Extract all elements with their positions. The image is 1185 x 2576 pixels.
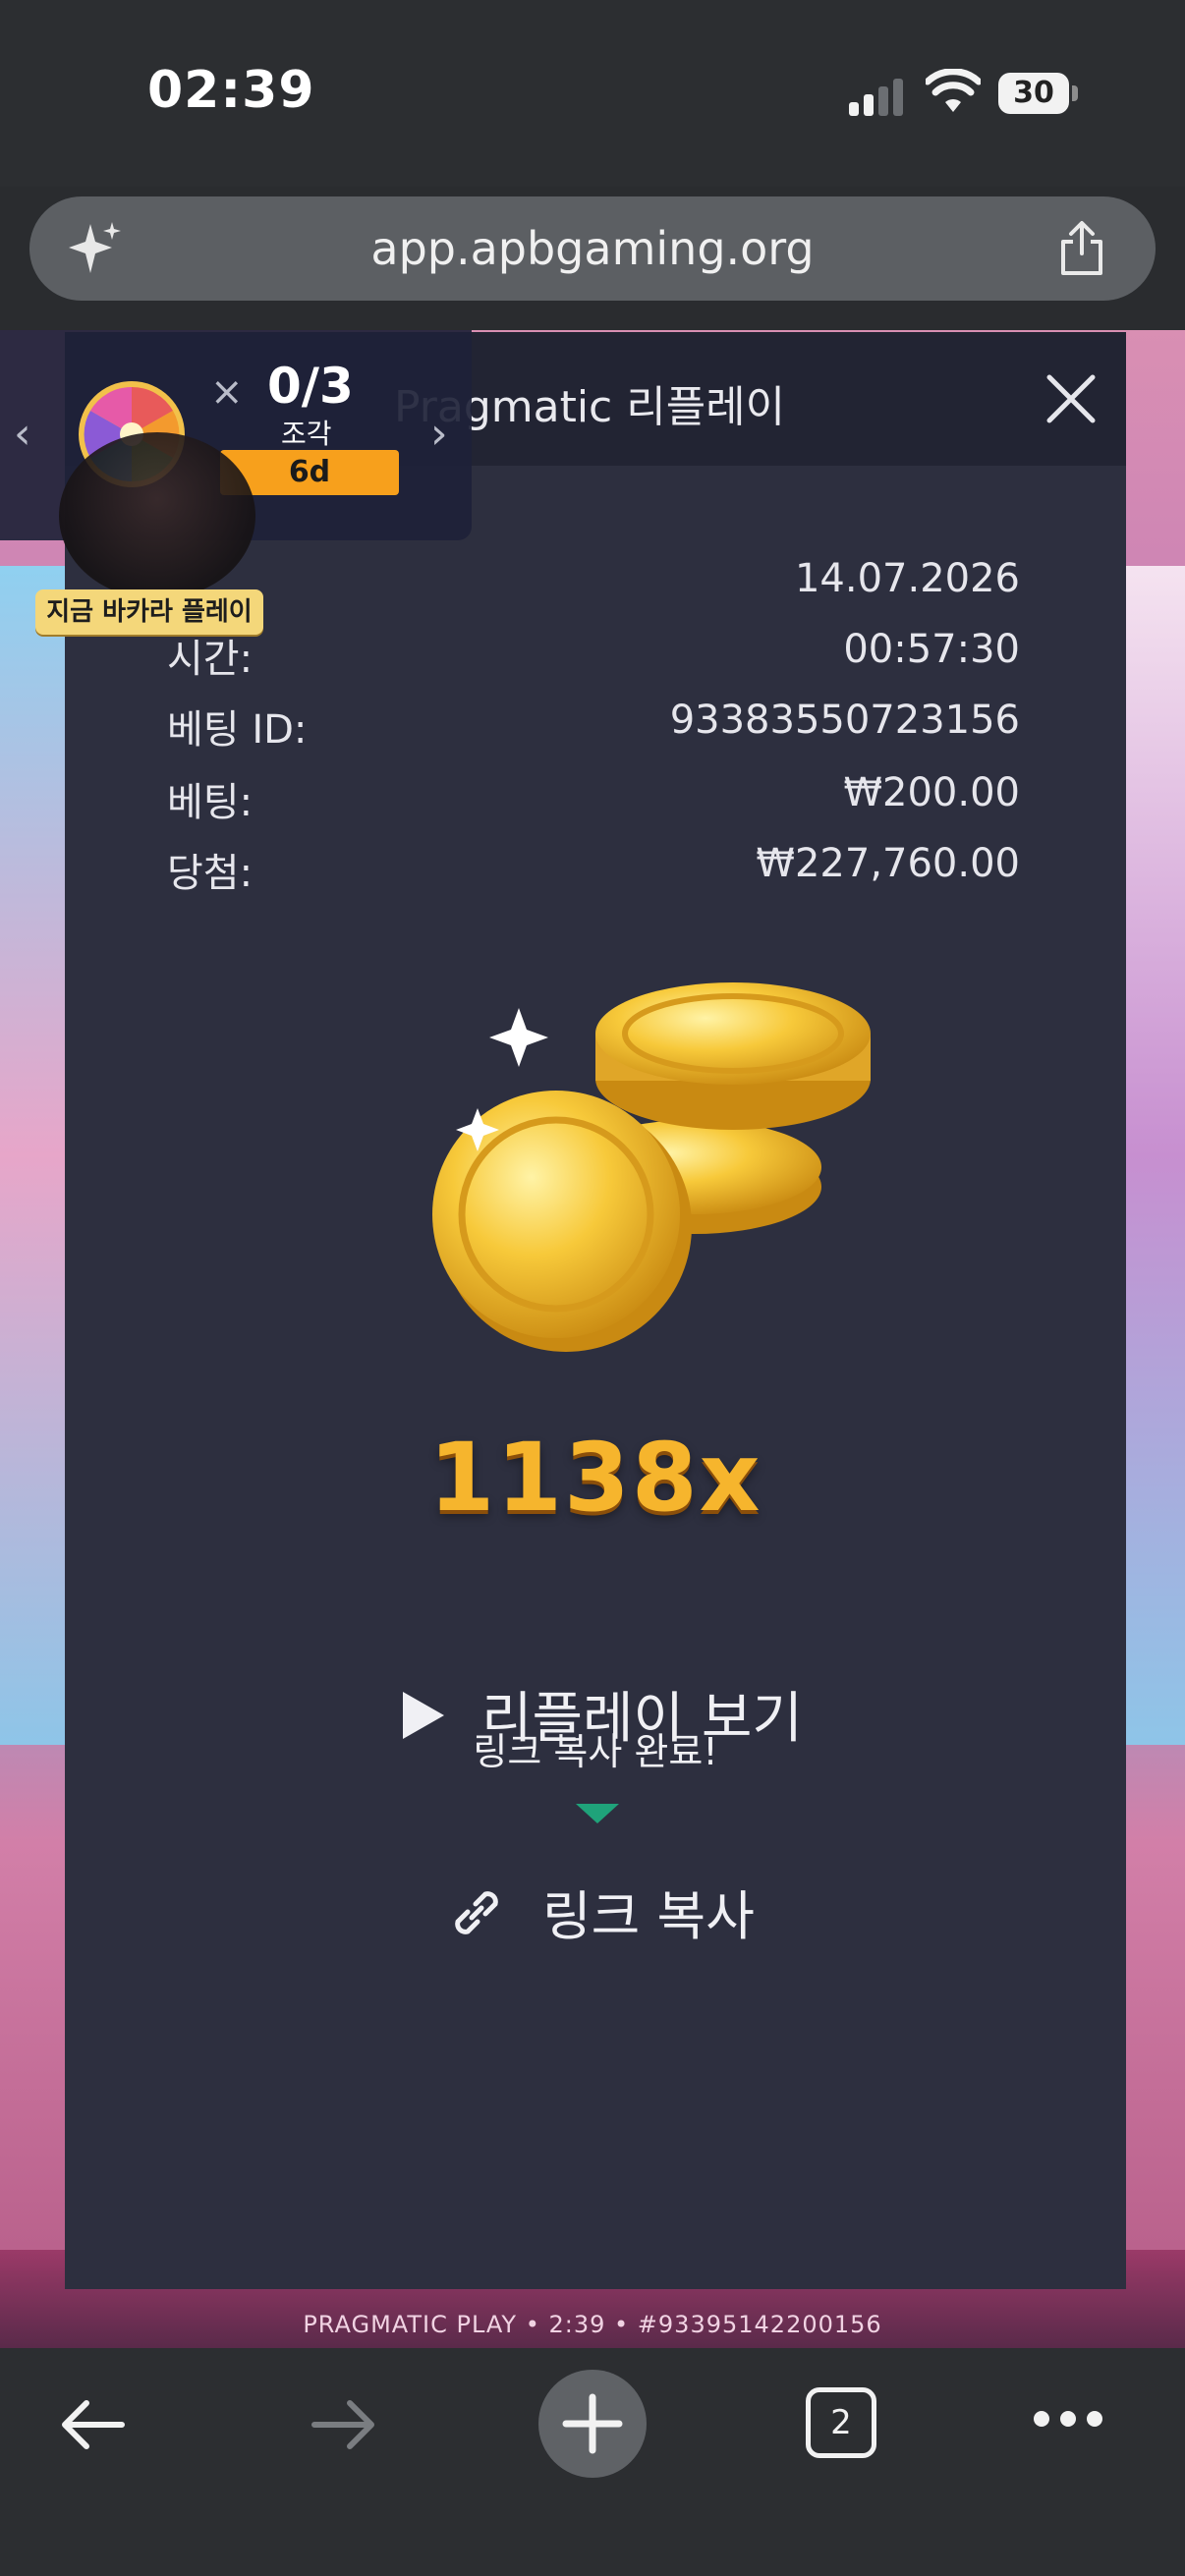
time-label: 시간:: [167, 637, 254, 682]
bet-id-value: 93383550723156: [669, 698, 1020, 743]
copy-success-tooltip: 링크 복사 완료!: [473, 1730, 718, 1773]
share-icon[interactable]: [1053, 220, 1110, 277]
status-time: 02:39: [147, 61, 315, 120]
date-value: 14.07.2026: [794, 556, 1020, 601]
more-icon[interactable]: [1032, 2409, 1104, 2429]
times-icon: ×: [210, 369, 244, 415]
fragment-label: 조각: [281, 418, 332, 450]
plus-icon: [562, 2393, 623, 2454]
game-reel-left: [0, 566, 67, 1745]
bet-id-label: 베팅 ID:: [167, 707, 308, 753]
url-text[interactable]: app.apbgaming.org: [29, 196, 1156, 301]
copy-link-label: 링크 복사: [542, 1885, 755, 1947]
multiplier-text: 1138x: [428, 1423, 762, 1533]
back-arrow-icon[interactable]: [57, 2387, 132, 2462]
bet-amount-label: 베팅:: [167, 780, 254, 825]
chevron-right-icon[interactable]: ›: [430, 409, 448, 459]
close-icon[interactable]: [1038, 365, 1104, 432]
avatar[interactable]: [59, 432, 255, 599]
chevron-left-icon[interactable]: ‹: [14, 409, 31, 459]
forward-arrow-icon[interactable]: [305, 2387, 379, 2462]
play-baccarat-button[interactable]: 지금 바카라 플레이: [35, 589, 263, 635]
tab-switcher-button[interactable]: 2: [806, 2387, 876, 2458]
browser-toolbar: 2: [0, 2348, 1185, 2576]
link-icon: [455, 1891, 498, 1934]
gold-coins-icon: [432, 982, 871, 1352]
battery-level: 30: [1013, 76, 1054, 110]
wifi-icon: [926, 69, 981, 112]
win-amount-value: ₩227,760.00: [756, 841, 1020, 886]
new-tab-button[interactable]: [538, 2370, 647, 2478]
cellular-signal-icon: [849, 79, 903, 116]
win-amount-label: 당첨:: [167, 851, 254, 896]
tooltip-caret: [576, 1804, 619, 1823]
copy-link-button[interactable]: 링크 복사: [446, 1865, 839, 1953]
fragment-count: 0/3: [267, 358, 354, 415]
battery-icon: 30: [998, 73, 1079, 114]
game-footer-text: PRAGMATIC PLAY • 2:39 • #93395142200156: [303, 2311, 882, 2338]
address-bar[interactable]: app.apbgaming.org: [29, 196, 1156, 301]
bet-amount-value: ₩200.00: [843, 770, 1020, 815]
status-bar: 02:39 30: [0, 0, 1185, 187]
time-value: 00:57:30: [843, 627, 1020, 672]
game-reel-right: [1120, 566, 1185, 1745]
